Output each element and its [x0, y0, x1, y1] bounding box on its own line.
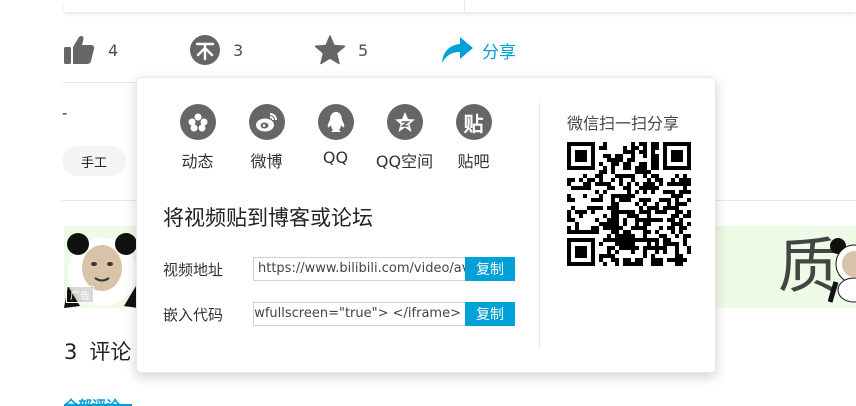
- qq-icon: [317, 104, 354, 140]
- video-toolbar: 4 3 5 分享: [62, 30, 856, 70]
- top-card-divider: [464, 0, 465, 12]
- like-button[interactable]: 4: [62, 30, 118, 70]
- like-count: 4: [108, 40, 119, 60]
- share-weibo-button[interactable]: 微博: [232, 104, 301, 172]
- share-qq-button[interactable]: QQ: [301, 104, 370, 172]
- tag-handmade[interactable]: 手工: [62, 146, 126, 176]
- popup-divider: [539, 102, 540, 348]
- share-weibo-label: 微博: [250, 152, 283, 171]
- share-qzone-label: QQ空间: [375, 152, 434, 171]
- qzone-icon: [386, 104, 423, 140]
- share-qq-label: QQ: [322, 148, 349, 167]
- favorite-button[interactable]: 5: [314, 30, 368, 70]
- share-button[interactable]: 分享: [440, 30, 516, 70]
- video-description: -: [62, 104, 68, 122]
- dynamic-icon: [179, 104, 216, 140]
- embed-heading: 将视频贴到博客或论坛: [163, 206, 373, 230]
- tieba-glyph: 贴: [463, 111, 484, 136]
- wechat-qr-code: [567, 142, 691, 266]
- video-url-label: 视频地址: [163, 260, 224, 279]
- share-platform-list: 动态 微博 QQ QQ空间 贴 贴吧: [163, 104, 508, 172]
- embed-code-label: 嵌入代码: [163, 305, 224, 324]
- embed-code-field[interactable]: <iframe allowfullscreen="true"> </iframe…: [253, 302, 465, 326]
- ad-badge: 广告: [66, 286, 94, 303]
- wechat-qr-title: 微信扫一扫分享: [567, 114, 680, 133]
- share-tieba-label: 贴吧: [457, 152, 490, 171]
- video-url-field[interactable]: https://www.bilibili.com/video/av: [253, 257, 465, 281]
- coin-button[interactable]: 3: [189, 30, 243, 70]
- share-label: 分享: [482, 42, 516, 63]
- share-dynamic-label: 动态: [181, 152, 214, 171]
- share-tieba-button[interactable]: 贴 贴吧: [439, 104, 508, 172]
- share-arrow-icon: [440, 35, 474, 65]
- coin-count: 3: [233, 40, 244, 60]
- video-url-row: 视频地址 https://www.bilibili.com/video/av 复…: [163, 257, 515, 281]
- favorite-count: 5: [358, 40, 369, 60]
- copy-embed-button[interactable]: 复制: [465, 302, 515, 326]
- star-icon: [314, 34, 346, 66]
- copy-url-button[interactable]: 复制: [465, 257, 515, 281]
- tieba-icon: 贴: [455, 104, 492, 140]
- share-popup: 动态 微博 QQ QQ空间 贴 贴吧 将视频贴到博客或论坛 视频地址 https…: [136, 77, 716, 373]
- coin-icon: [189, 34, 221, 66]
- top-card: [64, 0, 856, 12]
- thumbs-up-icon: [62, 34, 96, 66]
- comments-title: 评论: [89, 340, 132, 364]
- share-qzone-button[interactable]: QQ空间: [370, 104, 439, 172]
- comments-header: 3 评论: [64, 336, 131, 366]
- share-dynamic-button[interactable]: 动态: [163, 104, 232, 172]
- embed-code-row: 嵌入代码 <iframe allowfullscreen="true"> </i…: [163, 302, 515, 326]
- comment-count: 3: [64, 340, 78, 364]
- weibo-icon: [248, 104, 285, 140]
